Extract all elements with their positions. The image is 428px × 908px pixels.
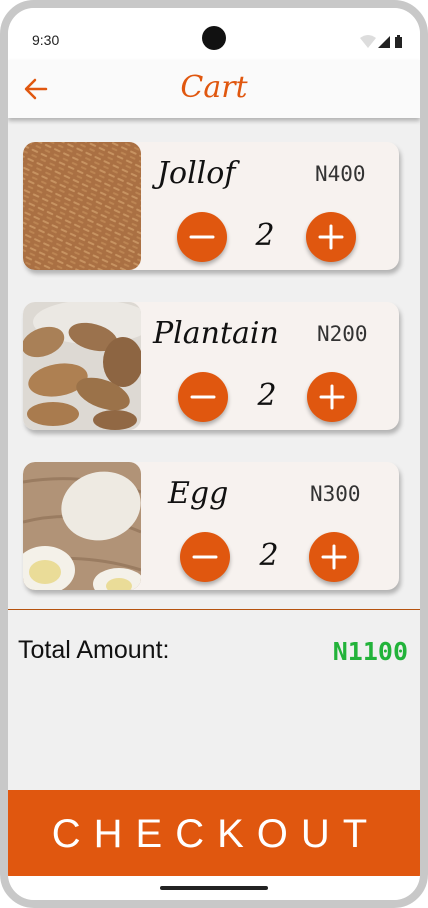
plus-icon [319,384,345,410]
status-bar: 9:30 [8,8,420,60]
plus-icon [321,544,347,570]
increase-button[interactable] [307,372,357,422]
decrease-button[interactable] [177,212,227,262]
checkout-button[interactable]: CHECKOUT [8,790,420,876]
item-name: Plantain [153,316,279,351]
cart-item-plantain: Plantain N200 2 [23,302,399,430]
phone-frame: 9:30 Cart Jollof N400 2 Plantain N200 2 … [0,0,428,908]
egg-image [23,462,141,590]
minus-icon [192,555,218,559]
navigation-bar [8,876,420,900]
item-quantity: 2 [255,218,275,253]
minus-icon [189,235,215,239]
item-name: Jollof [157,156,236,191]
total-amount: N1100 [332,637,408,666]
status-icons [360,34,404,53]
jollof-image [23,142,141,270]
total-label: Total Amount: [18,636,170,664]
item-price: N300 [310,482,361,506]
app-bar: Cart [8,60,420,118]
battery-icon [395,37,402,48]
increase-button[interactable] [309,532,359,582]
page-title: Cart [180,70,248,105]
decrease-button[interactable] [178,372,228,422]
cart-item-egg: Egg N300 2 [23,462,399,590]
camera-cutout [202,26,226,50]
divider [8,609,420,610]
item-price: N400 [315,162,366,186]
cart-item-jollof: Jollof N400 2 [23,142,399,270]
plus-icon [318,224,344,250]
item-price: N200 [317,322,368,346]
minus-icon [190,395,216,399]
wifi-icon [360,35,376,48]
plantain-image [23,302,141,430]
increase-button[interactable] [306,212,356,262]
item-quantity: 2 [257,378,277,413]
signal-icon [378,36,390,48]
item-name: Egg [168,476,229,511]
home-indicator[interactable] [160,886,268,890]
status-time: 9:30 [32,32,60,48]
decrease-button[interactable] [180,532,230,582]
item-quantity: 2 [259,538,279,573]
